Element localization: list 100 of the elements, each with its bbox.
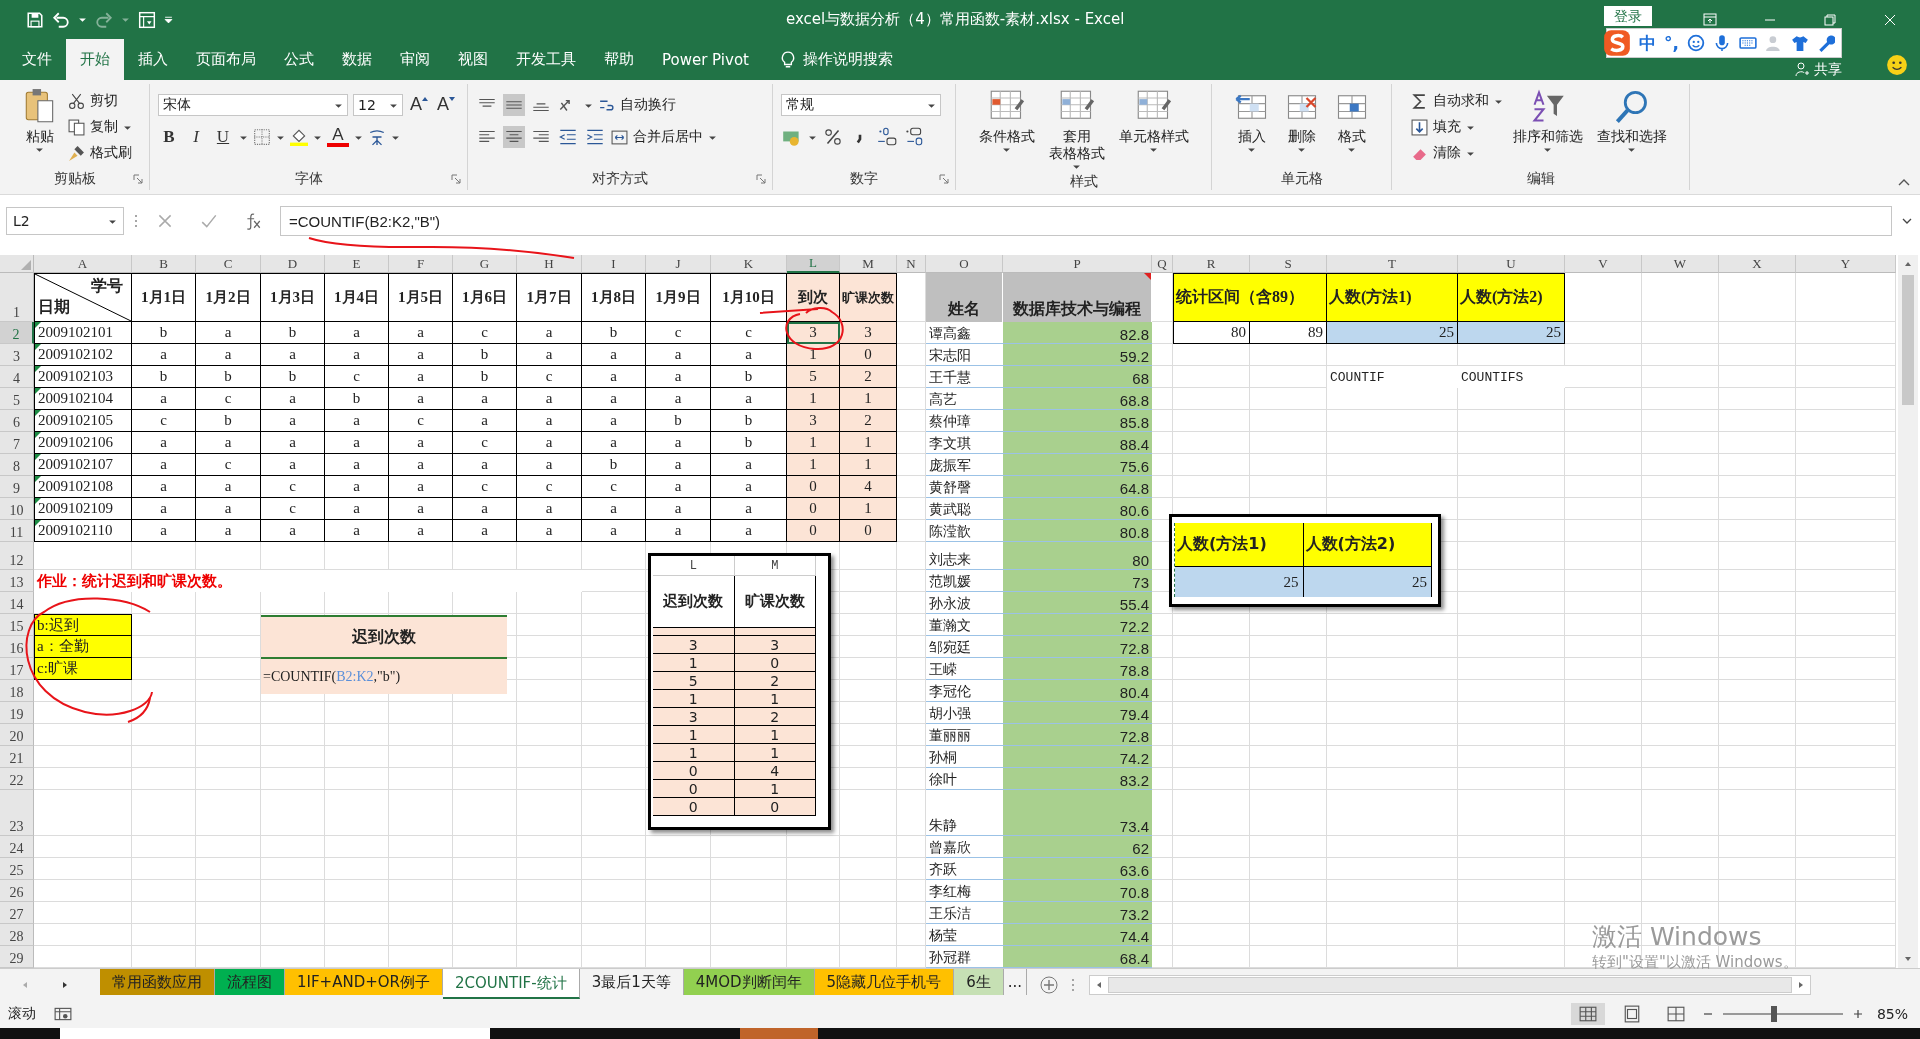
column-header[interactable]: C (196, 255, 261, 274)
row-header[interactable]: 20 (0, 724, 34, 747)
column-header[interactable]: P (1003, 255, 1152, 274)
table-cell[interactable]: 0 (787, 520, 840, 543)
sheet-tab[interactable]: 流程图 (215, 969, 285, 996)
table-cell[interactable]: 5 (787, 366, 840, 389)
cells-button[interactable]: 删除 (1279, 86, 1324, 157)
row-header[interactable]: 2 (0, 322, 34, 345)
column-header[interactable]: D (261, 255, 325, 274)
table-cell[interactable]: 0 (787, 476, 840, 499)
ribbon-tab[interactable]: 数据 (328, 39, 386, 81)
column-header[interactable]: B (132, 255, 196, 274)
number-format-dropdown[interactable]: 常规 (781, 94, 941, 117)
column-header[interactable]: G (453, 255, 517, 274)
column-header[interactable]: O (926, 255, 1003, 274)
row-header[interactable]: 27 (0, 902, 34, 925)
sheet-tab[interactable]: 1IF+AND+OR例子 (285, 969, 443, 996)
ribbon-tab[interactable]: 页面布局 (182, 39, 270, 81)
pasted-count-picture[interactable]: 人数(方法1) 人数(方法2) 25 25 (1169, 514, 1441, 608)
sheet-tab[interactable]: 5隐藏几位手机号 (814, 969, 955, 996)
row-header[interactable]: 10 (0, 498, 34, 521)
column-header[interactable]: W (1642, 255, 1719, 274)
column-header[interactable]: J (646, 255, 711, 274)
style-button[interactable]: 套用 表格格式 (1044, 86, 1109, 174)
row-header[interactable]: 12 (0, 542, 34, 571)
row-header[interactable]: 15 (0, 614, 34, 637)
column-header[interactable]: K (711, 255, 787, 274)
row-header[interactable]: 8 (0, 454, 34, 477)
decrease-font-button[interactable]: A (435, 94, 457, 117)
row-header[interactable]: 25 (0, 858, 34, 881)
share-button[interactable]: 共享 (1814, 59, 1842, 80)
find-select-button[interactable]: 查找和选择 (1592, 86, 1671, 157)
pasted-formula-picture[interactable]: 迟到次数 =COUNTIF(B2:K2,"b") (261, 615, 507, 695)
column-header[interactable]: T (1327, 255, 1458, 274)
table-cell[interactable]: 1 (787, 432, 840, 455)
sheet-tab[interactable]: 常用函数应用 (100, 969, 215, 996)
ribbon-tab[interactable]: 插入 (124, 39, 182, 81)
column-header[interactable]: X (1719, 255, 1796, 274)
row-header[interactable]: 23 (0, 790, 34, 837)
row-header[interactable]: 14 (0, 592, 34, 615)
ribbon-tab[interactable]: 文件 (0, 39, 66, 81)
italic-button[interactable]: I (185, 126, 207, 149)
column-header[interactable]: Q (1152, 255, 1173, 274)
punctuation-label[interactable]: °, (1664, 33, 1679, 53)
column-header[interactable]: L (787, 255, 840, 274)
ribbon-tab[interactable]: 帮助 (590, 39, 648, 81)
row-header[interactable]: 18 (0, 680, 34, 703)
bold-button[interactable]: B (158, 126, 180, 149)
formula-input[interactable]: =COUNTIF(B2:K2,"B") (280, 206, 1892, 237)
row-header[interactable]: 26 (0, 880, 34, 903)
column-header[interactable]: E (325, 255, 389, 274)
table-cell[interactable]: 1 (787, 344, 840, 367)
sign-in-button[interactable]: 登录 (1604, 6, 1652, 26)
input-mode-label[interactable]: 中 (1639, 31, 1656, 55)
table-cell[interactable]: 1 (787, 388, 840, 411)
column-header[interactable]: H (517, 255, 582, 274)
row-header[interactable]: 19 (0, 702, 34, 725)
cells-button[interactable]: 插入 (1229, 86, 1274, 157)
pasted-table-picture[interactable]: L M 迟到次数 旷课次数 3 3 1 0 5 2 1 1 3 2 1 1 1 1 0 4 0 1 0 0 (648, 553, 831, 831)
column-header[interactable]: R (1173, 255, 1250, 274)
row-header[interactable]: 16 (0, 636, 34, 659)
font-size-dropdown[interactable]: 12 (353, 94, 403, 117)
row-header[interactable]: 13 (0, 570, 34, 593)
tell-me-search[interactable]: 操作说明搜索 (802, 39, 893, 81)
table-cell[interactable]: 3 (787, 410, 840, 433)
clear-button[interactable]: 清除 (1410, 142, 1503, 165)
underline-button[interactable]: U (212, 126, 234, 149)
row-header[interactable]: 5 (0, 388, 34, 411)
column-header[interactable]: V (1565, 255, 1642, 274)
ribbon-tab[interactable]: 公式 (270, 39, 328, 81)
zoom-level[interactable]: 85% (1876, 1006, 1908, 1023)
column-header[interactable]: I (582, 255, 646, 274)
row-header[interactable]: 24 (0, 836, 34, 859)
font-color-button[interactable]: A (327, 127, 349, 148)
column-header[interactable]: S (1250, 255, 1327, 274)
column-header[interactable]: A (34, 255, 132, 274)
row-header[interactable]: 29 (0, 946, 34, 969)
sheet-tab[interactable]: 4MOD判断闰年 (683, 969, 815, 996)
column-header[interactable]: U (1458, 255, 1565, 274)
autosum-button[interactable]: 自动求和 (1410, 90, 1503, 113)
fill-button[interactable]: 填充 (1410, 116, 1503, 139)
column-header[interactable]: F (389, 255, 453, 274)
row-header[interactable]: 9 (0, 476, 34, 499)
format-painter-button[interactable]: 格式刷 (67, 142, 132, 165)
table-cell[interactable]: 1 (787, 454, 840, 477)
row-header[interactable]: 11 (0, 520, 34, 543)
sheet-tab[interactable]: 6生 (954, 969, 1004, 996)
cells-button[interactable]: 格式 (1329, 86, 1374, 157)
sheet-tab[interactable]: 3最后1天等 (579, 969, 684, 996)
row-header[interactable]: 17 (0, 658, 34, 681)
increase-font-button[interactable]: A (408, 94, 430, 117)
sort-filter-button[interactable]: 排序和筛选 (1508, 86, 1587, 157)
column-header[interactable]: N (897, 255, 926, 274)
cut-button[interactable]: 剪切 (67, 90, 132, 113)
font-family-dropdown[interactable]: 宋体 (158, 94, 348, 117)
ribbon-tab[interactable]: 开发工具 (502, 39, 590, 81)
column-header[interactable]: Y (1796, 255, 1896, 274)
wrap-text-button[interactable]: 自动换行 (598, 94, 676, 117)
table-cell[interactable]: 3 (787, 322, 840, 345)
row-header[interactable]: 28 (0, 924, 34, 947)
